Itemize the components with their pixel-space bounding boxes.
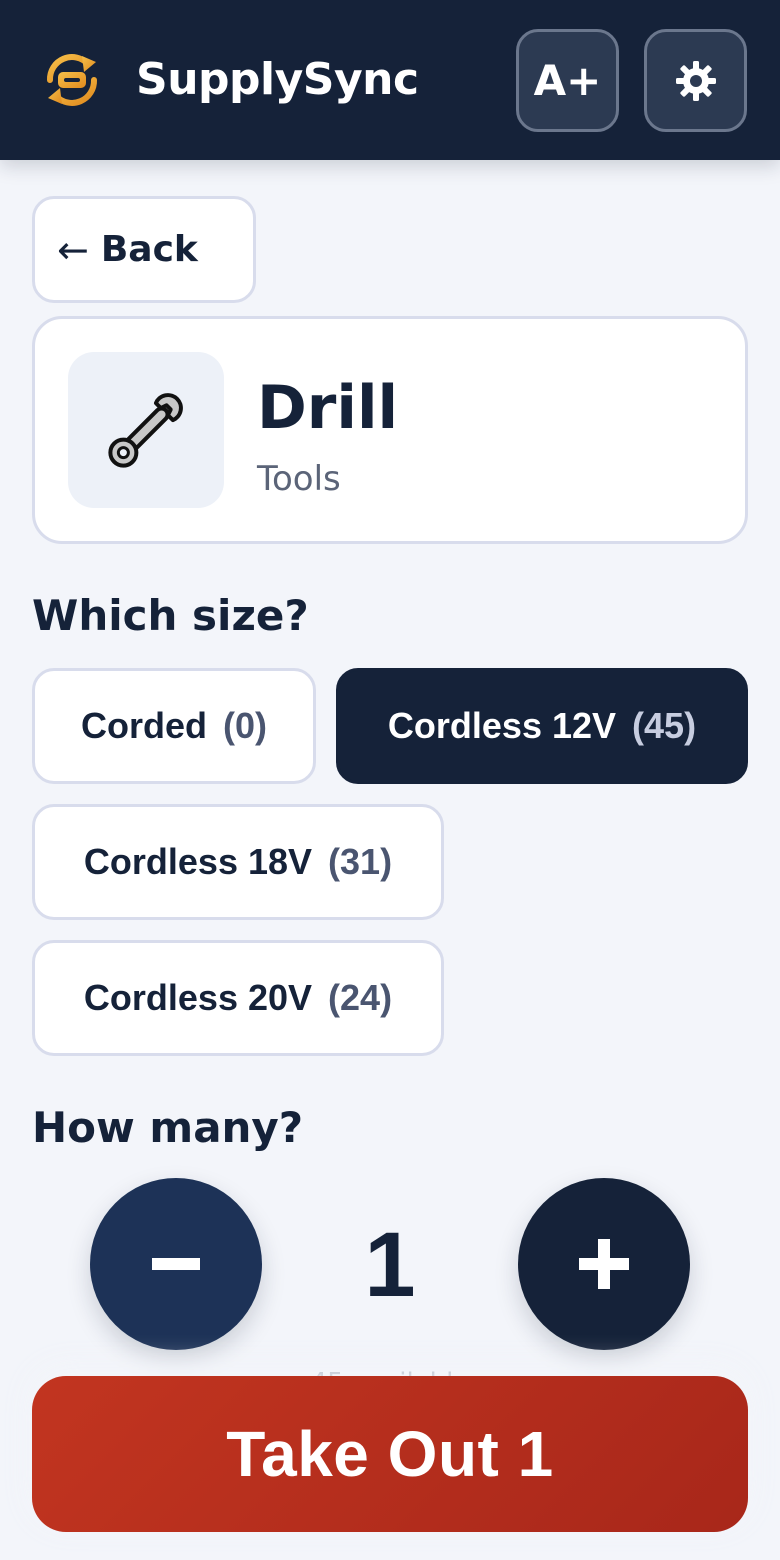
size-option-label: Corded bbox=[81, 705, 207, 746]
size-option-label: Cordless 20V bbox=[83, 977, 313, 1018]
wrench-icon bbox=[108, 393, 183, 468]
settings-button[interactable] bbox=[644, 29, 747, 132]
quantity-section-title: How many? bbox=[32, 1103, 304, 1152]
size-option-count: (24) bbox=[328, 977, 393, 1018]
quantity-value: 1 bbox=[364, 1214, 416, 1316]
size-option-count: (31) bbox=[328, 841, 393, 882]
minus-icon bbox=[152, 1258, 200, 1270]
size-option-cordless-18v[interactable]: Cordless 18V (31) bbox=[32, 804, 444, 920]
size-option-label: Cordless 12V bbox=[387, 705, 617, 746]
size-option-label: Cordless 18V bbox=[83, 841, 313, 882]
size-option-cordless-12v[interactable]: Cordless 12V (45) bbox=[336, 668, 748, 784]
item-thumbnail bbox=[68, 352, 224, 508]
plus-icon bbox=[579, 1239, 629, 1289]
app-title: SupplySync bbox=[136, 54, 419, 105]
take-out-button[interactable]: Take Out 1 bbox=[32, 1376, 748, 1532]
text-size-button[interactable]: A+ bbox=[516, 29, 619, 132]
item-category: Tools bbox=[257, 459, 341, 499]
size-section-title: Which size? bbox=[32, 591, 309, 640]
back-arrow-icon: ← bbox=[57, 227, 89, 272]
size-option-count: (0) bbox=[223, 705, 267, 746]
item-name: Drill bbox=[257, 373, 399, 443]
item-card: Drill Tools bbox=[32, 316, 748, 544]
size-option-corded[interactable]: Corded (0) bbox=[32, 668, 316, 784]
size-option-count: (45) bbox=[632, 705, 697, 746]
back-label: Back bbox=[100, 229, 198, 270]
app-header: SupplySync A+ bbox=[0, 0, 780, 160]
decrease-quantity-button[interactable] bbox=[90, 1178, 262, 1350]
size-option-cordless-20v[interactable]: Cordless 20V (24) bbox=[32, 940, 444, 1056]
sync-logo-icon bbox=[47, 54, 97, 106]
back-button[interactable]: ← Back bbox=[32, 196, 256, 303]
gear-icon bbox=[675, 60, 716, 101]
increase-quantity-button[interactable] bbox=[518, 1178, 690, 1350]
